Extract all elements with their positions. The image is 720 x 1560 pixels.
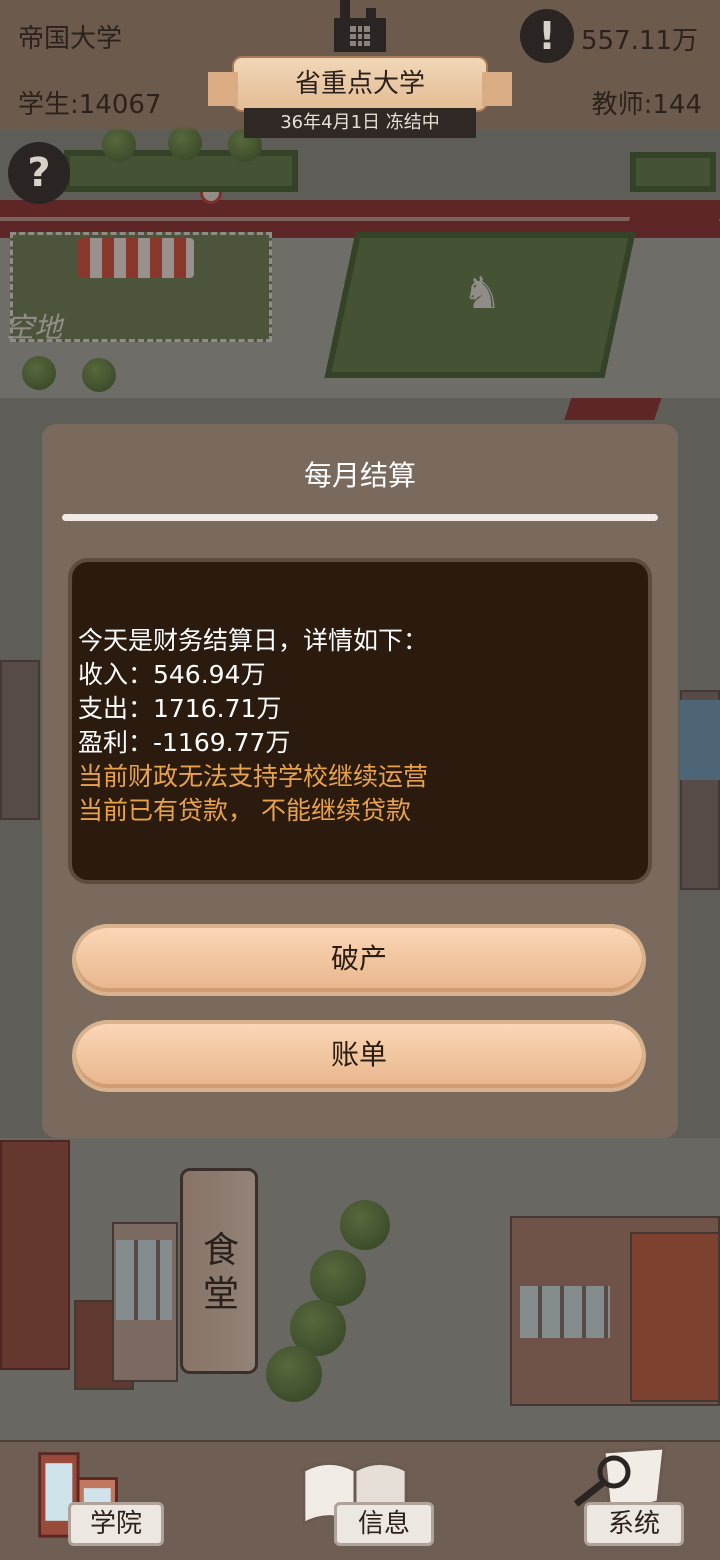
report-warning-finance: 当前财政无法支持学校继续运营 <box>78 762 429 791</box>
report-lines: 今天是财务结算日，详情如下： 收入：546.94万 支出：1716.71万 盈利… <box>78 624 428 828</box>
exclamation-icon[interactable]: ! <box>520 9 574 63</box>
report-profit: 盈利：-1169.77万 <box>78 728 291 757</box>
factory-icon <box>334 0 386 52</box>
nav-info[interactable]: 信息 <box>280 1442 460 1560</box>
school-name: 帝国大学 <box>18 24 123 54</box>
dialog-divider <box>62 514 658 521</box>
dialog-title: 每月结算 <box>303 459 416 492</box>
student-count: 学生:14067 <box>18 90 162 120</box>
nav-college-label: 学院 <box>68 1502 164 1546</box>
question-icon[interactable]: ? <box>8 142 70 204</box>
bill-button[interactable]: 账单 <box>72 1020 646 1092</box>
report-intro: 今天是财务结算日，详情如下： <box>78 626 429 655</box>
settlement-report: 今天是财务结算日，详情如下： 收入：546.94万 支出：1716.71万 盈利… <box>68 558 652 884</box>
game-date-status: 36年4月1日 冻结中 <box>244 108 476 138</box>
money-balance: 557.11万 <box>581 26 698 56</box>
report-income: 收入：546.94万 <box>78 660 266 689</box>
nav-info-label: 信息 <box>334 1502 434 1546</box>
nav-system[interactable]: 系统 <box>540 1442 720 1560</box>
teacher-count: 教师:144 <box>591 90 702 120</box>
bottom-nav: 学院 信息 系统 <box>0 1440 720 1560</box>
bankrupt-button[interactable]: 破产 <box>72 924 646 996</box>
report-expense: 支出：1716.71万 <box>78 694 282 723</box>
nav-system-label: 系统 <box>584 1502 684 1546</box>
bill-button-label: 账单 <box>76 1024 642 1088</box>
report-warning-loan: 当前已有贷款， 不能继续贷款 <box>78 796 411 825</box>
nav-college[interactable]: 学院 <box>0 1442 200 1560</box>
bankrupt-button-label: 破产 <box>76 928 642 992</box>
monthly-settlement-dialog: 每月结算 今天是财务结算日，详情如下： 收入：546.94万 支出：1716.7… <box>42 424 678 1138</box>
school-rank-banner: 省重点大学 <box>208 56 512 112</box>
